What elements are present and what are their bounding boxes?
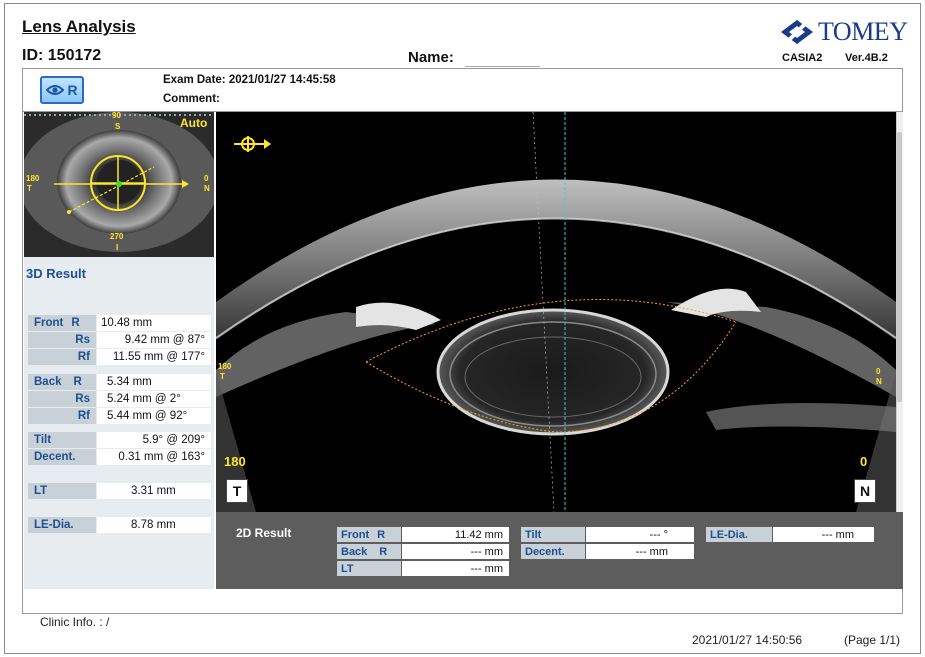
exam-header: [22, 68, 903, 112]
r2d-front-sub: R: [377, 528, 386, 541]
back-r-value: 5.34 mm: [97, 374, 211, 390]
front-sub-rs: Rs: [28, 332, 96, 348]
thumb-angle-right: 0: [204, 174, 209, 183]
r2d-back-sub: R: [379, 545, 388, 558]
oct-left-small-side: T: [220, 372, 225, 381]
r2d-tilt-label: Tilt: [521, 527, 585, 542]
tilt-label: Tilt: [28, 432, 96, 448]
r2d-front-value: 11.42 mm: [402, 527, 509, 542]
patient-name-label: Name:: [408, 49, 454, 66]
thumb-angle-left: 180: [26, 174, 40, 183]
thumbnail-mode: Auto: [180, 116, 208, 130]
brand-name: TOMEY: [818, 17, 908, 46]
eye-icon: [46, 85, 65, 95]
clinic-info: Clinic Info. : /: [40, 615, 110, 629]
tomey-logo-icon: [781, 20, 813, 44]
lt-label: LT: [28, 483, 96, 499]
ledia-value: 8.78 mm: [97, 517, 211, 533]
device-model: CASIA2: [782, 52, 823, 64]
tilt-value: 5.9° @ 209°: [97, 432, 211, 448]
anterior-eye-thumbnail[interactable]: Auto 90 S 180 T 0 N 270 I: [24, 112, 214, 257]
r2d-ledia-label: LE-Dia.: [706, 527, 772, 542]
back-label: Back: [34, 376, 62, 388]
front-sub-r: R: [71, 317, 80, 329]
page-number: (Page 1/1): [844, 633, 901, 647]
r2d-decent-value: --- mm: [586, 544, 694, 559]
back-row-label: Back R: [28, 374, 96, 390]
software-version: Ver.4B.2: [845, 52, 888, 64]
report-title: Lens Analysis: [22, 17, 136, 36]
oct-scrollbar-thumb[interactable]: [897, 132, 902, 402]
oct-right-small-angle: 0: [876, 367, 881, 376]
back-sub-rs: Rs: [28, 391, 96, 407]
r2d-decent-label: Decent.: [521, 544, 585, 559]
result-3d-heading: 3D Result: [26, 266, 86, 281]
decent-label: Decent.: [28, 449, 96, 465]
ledia-label: LE-Dia.: [28, 517, 96, 533]
print-timestamp: 2021/01/27 14:50:56: [692, 633, 803, 647]
r2d-back-value: --- mm: [402, 544, 509, 559]
comment-label: Comment:: [163, 93, 220, 105]
exam-date: Exam Date: 2021/01/27 14:45:58: [163, 74, 336, 86]
patient-name-value: [465, 66, 540, 67]
lt-value: 3.31 mm: [97, 483, 211, 499]
oct-scan-image: [216, 112, 896, 512]
back-sub-rf: Rf: [28, 408, 96, 424]
oct-right-degree: 0: [860, 454, 868, 469]
r2d-lt-value: --- mm: [402, 561, 509, 576]
result-2d-heading: 2D Result: [236, 526, 292, 540]
nasal-side-button[interactable]: N: [854, 479, 876, 503]
oct-cross-section-image[interactable]: 180 T 0 N 180 0 T N: [216, 112, 896, 512]
thumb-angle-bottom-side: I: [116, 243, 119, 252]
r2d-lt-label: LT: [337, 561, 401, 576]
r2d-tilt-value: --- °: [586, 527, 694, 542]
eye-side-button[interactable]: R: [40, 76, 84, 104]
back-sub-r: R: [73, 376, 82, 388]
thumb-angle-right-side: N: [204, 184, 210, 193]
r2d-front-label: Front: [341, 528, 370, 541]
thumb-angle-top: 90: [112, 112, 121, 120]
thumb-angle-top-side: S: [115, 122, 121, 131]
front-label: Front: [34, 317, 64, 329]
front-sub-rf: Rf: [28, 349, 96, 365]
r2d-back-row-label: Back R: [337, 544, 401, 559]
front-row-label: Front R: [28, 315, 96, 331]
patient-id: ID: 150172: [22, 47, 102, 64]
eye-side-label: R: [67, 82, 78, 98]
front-rs-value: 9.42 mm @ 87°: [97, 332, 211, 348]
r2d-ledia-value: --- mm: [773, 527, 874, 542]
temporal-side-button[interactable]: T: [226, 479, 248, 503]
r2d-back-label: Back: [341, 545, 368, 558]
front-rf-value: 11.55 mm @ 177°: [97, 349, 211, 365]
r2d-front-row-label: Front R: [337, 527, 401, 542]
oct-left-small-angle: 180: [218, 362, 232, 371]
back-rf-value: 5.44 mm @ 92°: [97, 408, 211, 424]
thumb-angle-left-side: T: [27, 184, 32, 193]
front-r-value: 10.48 mm: [97, 315, 211, 331]
oct-left-degree: 180: [224, 454, 246, 469]
tomey-logo: TOMEY: [780, 17, 908, 47]
back-rs-value: 5.24 mm @ 2°: [97, 391, 211, 407]
oct-right-small-side: N: [876, 377, 882, 386]
thumb-angle-bottom: 270: [110, 232, 124, 241]
decent-value: 0.31 mm @ 163°: [97, 449, 211, 465]
